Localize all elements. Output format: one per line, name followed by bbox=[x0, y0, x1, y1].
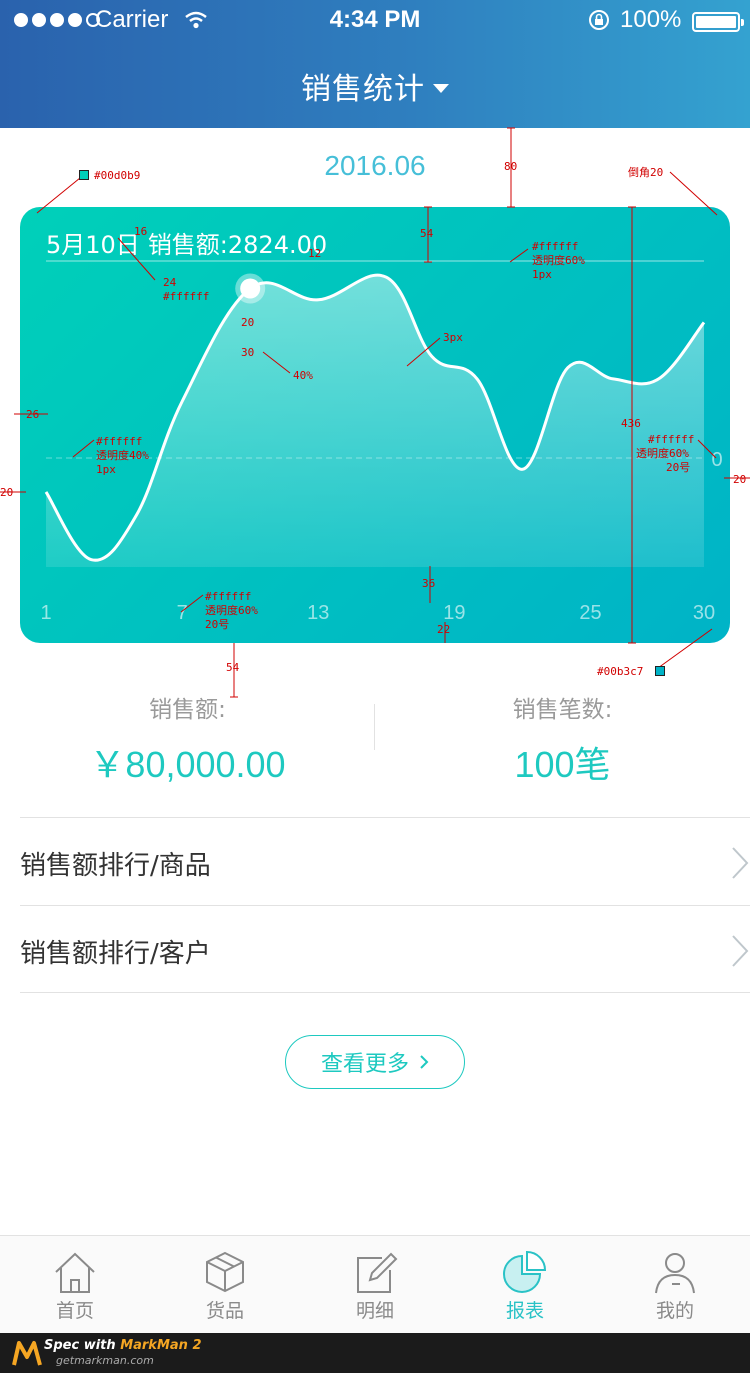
spec-label: 80 bbox=[504, 160, 518, 173]
sales-count-value: 100笔 bbox=[514, 744, 611, 785]
sales-count-label: 销售笔数: bbox=[512, 697, 613, 723]
spec-label: 1px bbox=[96, 463, 116, 476]
x-tick-label: 7 bbox=[177, 602, 188, 624]
chevron-right-icon bbox=[420, 1055, 429, 1069]
sales-summary: 销售额: ￥80,000.00 销售笔数: 100笔 bbox=[0, 690, 750, 785]
x-tick-label: 25 bbox=[579, 602, 601, 624]
list-item-label: 销售额排行/商品 bbox=[20, 851, 211, 881]
sales-count-block: 销售笔数: 100笔 bbox=[375, 690, 750, 788]
spec-label: #00d0b9 bbox=[94, 169, 141, 182]
spec-label: 倒角20 bbox=[628, 166, 664, 179]
tab-label: 明细 bbox=[355, 1300, 394, 1322]
spec-label: 1px bbox=[532, 268, 552, 281]
markman-watermark-bar: Spec with MarkMan 2 getmarkman.com bbox=[0, 1333, 750, 1373]
page-title: 销售统计 bbox=[301, 72, 425, 107]
rotation-lock-icon bbox=[589, 10, 609, 30]
spec-annotation-lines bbox=[0, 127, 750, 698]
spec-label: 3px bbox=[443, 331, 463, 344]
tab-profile[interactable]: 我的 bbox=[600, 1236, 750, 1334]
spec-label: 54 bbox=[420, 227, 434, 240]
x-tick-label: 19 bbox=[443, 602, 465, 624]
spec-label: 54 bbox=[226, 661, 240, 674]
chevron-right-icon bbox=[732, 847, 749, 879]
spec-label: 20号 bbox=[666, 461, 691, 474]
tab-label: 货品 bbox=[205, 1300, 244, 1322]
spec-label: 20 bbox=[0, 486, 14, 499]
tab-label: 我的 bbox=[655, 1300, 694, 1322]
edit-icon bbox=[357, 1252, 398, 1293]
nav-header: Carrier 4:34 PM 100% 销售统计 bbox=[0, 0, 750, 128]
spec-label: 20 bbox=[733, 473, 747, 486]
x-tick-label: 1 bbox=[40, 602, 51, 624]
chevron-right-icon bbox=[732, 935, 749, 967]
x-tick-label: 30 bbox=[693, 602, 715, 624]
list-item-label: 销售额排行/客户 bbox=[20, 939, 211, 969]
spec-label: 436 bbox=[621, 417, 641, 430]
box-icon bbox=[206, 1251, 244, 1293]
sales-amount-block: 销售额: ￥80,000.00 bbox=[0, 690, 375, 788]
battery-percentage: 100% bbox=[620, 6, 682, 33]
spec-label: 12 bbox=[308, 247, 322, 260]
markman-title: Spec with MarkMan 2 bbox=[44, 1338, 202, 1353]
color-swatch bbox=[79, 170, 89, 180]
home-icon bbox=[55, 1252, 95, 1293]
bottom-tab-bar: 首页 货品 明细 报表 我的 bbox=[0, 1235, 750, 1333]
spec-label: 40% bbox=[293, 369, 313, 382]
spec-label: 24 bbox=[163, 276, 177, 289]
chart-tooltip-header: 5月10日 销售额:2824.00 bbox=[46, 225, 335, 260]
spec-label: #00b3c7 bbox=[597, 665, 644, 678]
spec-label: 透明度60% bbox=[636, 447, 689, 460]
list-item-customer-ranking[interactable]: 销售额排行/客户 bbox=[20, 905, 750, 993]
spec-label: #ffffff bbox=[163, 290, 210, 303]
spec-label: 20 bbox=[241, 316, 255, 329]
x-tick-label: 13 bbox=[307, 602, 329, 624]
tab-goods[interactable]: 货品 bbox=[150, 1236, 300, 1334]
tab-label: 首页 bbox=[55, 1300, 94, 1322]
battery-icon bbox=[692, 12, 744, 32]
page-title-dropdown[interactable]: 销售统计 bbox=[0, 64, 750, 108]
spec-label: 透明度60% bbox=[532, 254, 585, 267]
caret-down-icon bbox=[433, 84, 449, 93]
ranking-list: 销售额排行/商品 销售额排行/客户 bbox=[20, 817, 750, 993]
spec-label: 16 bbox=[134, 225, 148, 238]
sales-amount-value: ￥80,000.00 bbox=[89, 744, 286, 785]
y-zero-label: 0 bbox=[711, 449, 722, 471]
spec-label: 20号 bbox=[205, 618, 230, 631]
spec-label: 30 bbox=[241, 346, 255, 359]
spec-label: #ffffff bbox=[648, 433, 695, 446]
view-more-label: 查看更多 bbox=[320, 1052, 409, 1077]
sales-amount-label: 销售额: bbox=[149, 697, 226, 723]
spec-label: #ffffff bbox=[96, 435, 143, 448]
color-swatch bbox=[655, 666, 665, 676]
spec-label: #ffffff bbox=[205, 590, 252, 603]
spec-label: 36 bbox=[422, 577, 436, 590]
view-more-button[interactable]: 查看更多 bbox=[285, 1035, 465, 1089]
user-icon bbox=[655, 1253, 695, 1294]
spec-label: 26 bbox=[26, 408, 40, 421]
selected-date: 5月10日 bbox=[46, 231, 140, 259]
spec-label: 22 bbox=[437, 623, 451, 636]
spec-label: #ffffff bbox=[532, 240, 579, 253]
spec-label: 透明度40% bbox=[96, 449, 149, 462]
pie-chart-icon bbox=[503, 1250, 547, 1293]
sales-area-fill bbox=[46, 275, 704, 567]
spec-label: 透明度60% bbox=[205, 604, 258, 617]
markman-logo-icon bbox=[12, 1341, 42, 1366]
selected-point bbox=[240, 278, 261, 299]
selected-sales: 销售额:2824.00 bbox=[147, 231, 328, 259]
list-item-product-ranking[interactable]: 销售额排行/商品 bbox=[20, 817, 750, 905]
tab-label: 报表 bbox=[505, 1300, 544, 1322]
tab-home[interactable]: 首页 bbox=[0, 1236, 150, 1334]
tab-details[interactable]: 明细 bbox=[300, 1236, 450, 1334]
tab-reports[interactable]: 报表 bbox=[450, 1236, 600, 1334]
status-bar: Carrier 4:34 PM 100% bbox=[0, 0, 750, 40]
markman-url: getmarkman.com bbox=[56, 1354, 154, 1367]
